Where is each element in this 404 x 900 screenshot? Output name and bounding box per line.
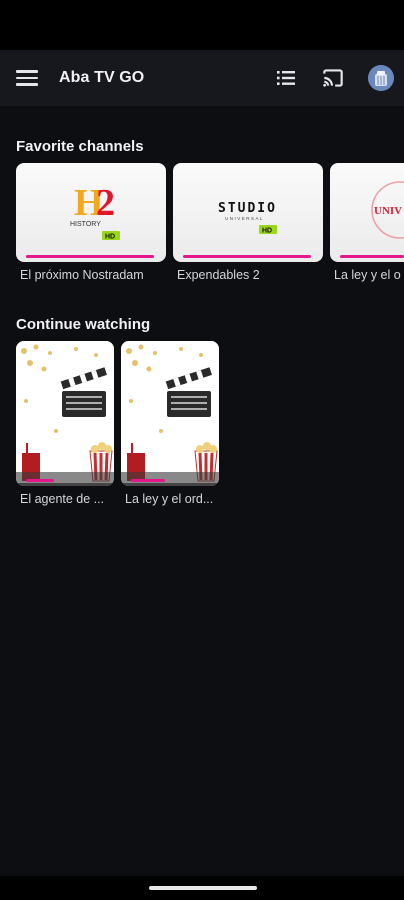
favorite-channels-title: Favorite channels xyxy=(16,138,144,155)
channel-progress xyxy=(26,255,154,258)
channel-progress xyxy=(183,255,311,258)
continue-card[interactable] xyxy=(16,341,114,486)
cast-icon[interactable] xyxy=(320,65,346,91)
channel-progress xyxy=(340,255,404,258)
universal-logo: UNIV xyxy=(371,181,404,239)
movie-placeholder-image xyxy=(16,341,114,486)
progress-track xyxy=(121,483,219,486)
menu-icon[interactable] xyxy=(16,67,38,89)
studio-universal-logo: STUDIO UNIVERSAL HD xyxy=(218,201,277,235)
channel-program-label: Expendables 2 xyxy=(177,268,260,282)
svg-text:HD: HD xyxy=(105,234,115,241)
channel-program-label: El próximo Nostradam xyxy=(20,268,144,282)
channel-card-universal[interactable]: UNIV xyxy=(330,163,404,262)
app-title: Aba TV GO xyxy=(59,69,145,86)
continue-item-title: La ley y el ord... xyxy=(125,492,214,506)
home-indicator[interactable] xyxy=(149,886,257,890)
movie-placeholder-image xyxy=(121,341,219,486)
history2-logo: H 2 HISTORY HD xyxy=(70,182,120,241)
channel-card-studio-universal[interactable]: STUDIO UNIVERSAL HD xyxy=(173,163,323,262)
status-bar xyxy=(0,0,404,50)
continue-card[interactable] xyxy=(121,341,219,486)
progress-track xyxy=(16,483,114,486)
channel-program-label: La ley y el o xyxy=(334,268,401,282)
svg-text:STUDIO: STUDIO xyxy=(218,201,277,216)
continue-item-title: El agente de ... xyxy=(20,492,105,506)
continue-watching-title: Continue watching xyxy=(16,316,151,333)
list-icon[interactable] xyxy=(274,66,298,90)
app-bar: Aba TV GO xyxy=(0,50,404,106)
svg-text:UNIVERSAL: UNIVERSAL xyxy=(225,216,264,221)
svg-text:HD: HD xyxy=(262,228,272,235)
svg-text:HISTORY: HISTORY xyxy=(70,221,101,228)
watch-progress xyxy=(26,479,54,482)
avatar[interactable] xyxy=(368,65,394,91)
svg-text:2: 2 xyxy=(96,182,115,224)
system-nav-bar xyxy=(0,876,404,900)
watch-progress xyxy=(131,479,165,482)
channel-card-history2[interactable]: H 2 HISTORY HD xyxy=(16,163,166,262)
svg-text:UNIV: UNIV xyxy=(374,205,402,217)
